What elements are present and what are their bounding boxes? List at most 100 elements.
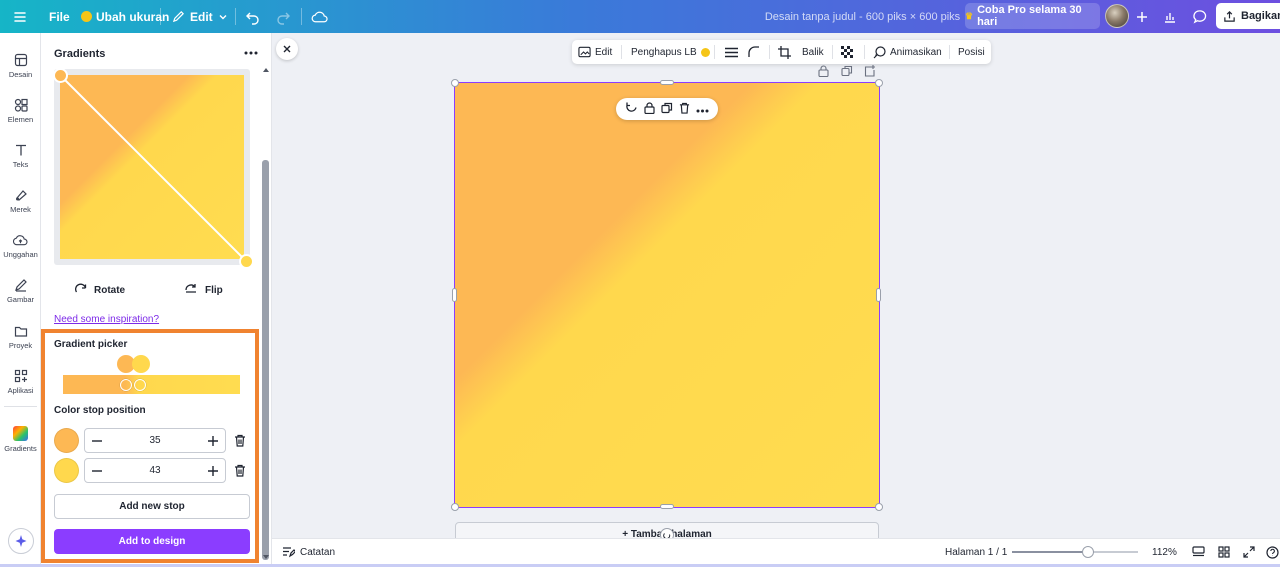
more-horizontal-icon bbox=[244, 51, 258, 55]
insights-button[interactable] bbox=[1157, 4, 1182, 29]
page-add-button[interactable] bbox=[864, 64, 876, 78]
resize-handle[interactable] bbox=[660, 80, 674, 85]
panel-scrollbar[interactable] bbox=[262, 160, 269, 560]
fullscreen-button[interactable] bbox=[1243, 539, 1255, 565]
rail-item-uploads[interactable]: Unggahan bbox=[0, 226, 41, 266]
rail-item-brand[interactable]: Merek bbox=[0, 181, 41, 221]
stop-position-stepper[interactable]: 35 bbox=[84, 428, 226, 453]
divider bbox=[621, 45, 622, 59]
lock-icon bbox=[818, 65, 829, 77]
resize-handle[interactable] bbox=[660, 504, 674, 509]
document-title[interactable]: Desain tanpa judul - 600 piks × 600 piks bbox=[760, 0, 965, 33]
zoom-level[interactable]: 112% bbox=[1152, 539, 1177, 565]
resize-handle[interactable] bbox=[875, 503, 883, 511]
stop-color-swatch[interactable] bbox=[54, 428, 79, 453]
notes-label: Catatan bbox=[300, 546, 336, 558]
increment-button[interactable] bbox=[201, 459, 225, 482]
add-collaborator-button[interactable] bbox=[1129, 4, 1154, 29]
undo-button[interactable] bbox=[245, 0, 261, 33]
rail-item-elements[interactable]: Elemen bbox=[0, 91, 41, 131]
border-style-button[interactable] bbox=[725, 40, 738, 64]
rail-item-projects[interactable]: Proyek bbox=[0, 317, 41, 357]
bottom-bar: Catatan Halaman 1 / 1 112% bbox=[272, 538, 1280, 564]
resize-handle[interactable] bbox=[452, 288, 457, 302]
flip-button[interactable]: Flip bbox=[183, 281, 223, 299]
resize-handle[interactable] bbox=[876, 288, 881, 302]
delete-button[interactable] bbox=[679, 102, 690, 117]
resize-handle[interactable] bbox=[451, 79, 459, 87]
panel-more-button[interactable] bbox=[241, 45, 261, 61]
gradient-picker-bar[interactable] bbox=[63, 375, 240, 394]
menu-button[interactable] bbox=[12, 0, 28, 33]
gradient-start-handle[interactable] bbox=[53, 68, 68, 83]
file-menu[interactable]: File bbox=[49, 0, 70, 33]
share-button[interactable]: Bagikan bbox=[1216, 3, 1280, 29]
rail-label: Gradients bbox=[4, 443, 37, 453]
corner-radius-icon bbox=[748, 46, 759, 57]
close-panel-button[interactable] bbox=[276, 38, 298, 60]
decrement-button[interactable] bbox=[85, 429, 109, 452]
avatar[interactable] bbox=[1105, 4, 1129, 28]
rail-item-draw[interactable]: Gambar bbox=[0, 271, 41, 311]
page-indicator[interactable]: Halaman 1 / 1 bbox=[945, 539, 1007, 565]
redo-button[interactable] bbox=[275, 0, 291, 33]
duplicate-button[interactable] bbox=[661, 102, 673, 117]
magic-assistant-button[interactable] bbox=[8, 528, 34, 554]
grid-view-button[interactable] bbox=[1218, 539, 1230, 565]
crop-button[interactable] bbox=[778, 40, 791, 64]
position-button[interactable]: Posisi bbox=[958, 40, 985, 64]
sparkle-icon bbox=[15, 535, 27, 547]
rail-item-apps[interactable]: Aplikasi bbox=[0, 362, 41, 402]
decrement-button[interactable] bbox=[85, 459, 109, 482]
refresh-button[interactable] bbox=[625, 101, 638, 117]
increment-button[interactable] bbox=[201, 429, 225, 452]
stop-position-value[interactable]: 35 bbox=[109, 429, 201, 452]
scroll-down-button[interactable] bbox=[262, 553, 269, 561]
stop-position-value[interactable]: 43 bbox=[109, 459, 201, 482]
scroll-up-button[interactable] bbox=[262, 66, 269, 74]
cloud-save-button[interactable] bbox=[311, 0, 328, 33]
transparency-button[interactable] bbox=[841, 40, 853, 64]
page-lock-button[interactable] bbox=[818, 64, 829, 78]
try-pro-button[interactable]: ♛ Coba Pro selama 30 hari bbox=[965, 3, 1100, 29]
rail-item-text[interactable]: Teks bbox=[0, 136, 41, 176]
rail-item-gradients[interactable]: Gradients bbox=[0, 419, 41, 459]
divider bbox=[949, 45, 950, 59]
delete-stop-button[interactable] bbox=[231, 430, 249, 450]
stop-color-swatch[interactable] bbox=[54, 458, 79, 483]
picker-stop-knob[interactable] bbox=[132, 355, 150, 373]
picker-stop-marker[interactable] bbox=[134, 379, 146, 391]
notes-button[interactable]: Catatan bbox=[282, 539, 335, 565]
resize-handle[interactable] bbox=[875, 79, 883, 87]
rail-item-design[interactable]: Desain bbox=[0, 46, 41, 86]
pages-view-icon bbox=[1192, 546, 1205, 557]
rail-label: Desain bbox=[8, 70, 33, 79]
lock-button[interactable] bbox=[644, 101, 655, 117]
inspiration-link[interactable]: Need some inspiration? bbox=[54, 314, 159, 325]
more-options-button[interactable] bbox=[696, 102, 709, 116]
animate-button[interactable]: Animasikan bbox=[873, 40, 942, 64]
pages-view-button[interactable] bbox=[1192, 539, 1205, 565]
stop-position-stepper[interactable]: 43 bbox=[84, 458, 226, 483]
rotate-label: Rotate bbox=[94, 284, 126, 296]
comments-button[interactable] bbox=[1187, 4, 1212, 29]
help-button[interactable] bbox=[1266, 539, 1279, 565]
design-canvas[interactable] bbox=[454, 82, 880, 508]
corner-rounding-button[interactable] bbox=[748, 40, 760, 64]
duplicate-icon bbox=[841, 65, 853, 77]
flip-menu-button[interactable]: Balik bbox=[802, 40, 824, 64]
zoom-slider[interactable] bbox=[1012, 546, 1138, 558]
add-new-stop-button[interactable]: Add new stop bbox=[54, 494, 250, 519]
delete-stop-button[interactable] bbox=[231, 460, 249, 480]
edit-image-button[interactable]: Edit bbox=[578, 40, 612, 64]
resize-button[interactable]: Ubah ukuran bbox=[81, 0, 169, 33]
add-to-design-button[interactable]: Add to design bbox=[54, 529, 250, 554]
edit-menu[interactable]: Edit bbox=[172, 0, 228, 33]
page-duplicate-button[interactable] bbox=[841, 64, 853, 78]
picker-stop-marker[interactable] bbox=[120, 379, 132, 391]
rotate-button[interactable]: Rotate bbox=[74, 281, 125, 299]
zoom-slider-knob[interactable] bbox=[1081, 546, 1094, 558]
gradient-end-handle[interactable] bbox=[239, 254, 254, 269]
bg-remover-button[interactable]: Penghapus LB bbox=[631, 40, 710, 64]
resize-handle[interactable] bbox=[451, 503, 459, 511]
